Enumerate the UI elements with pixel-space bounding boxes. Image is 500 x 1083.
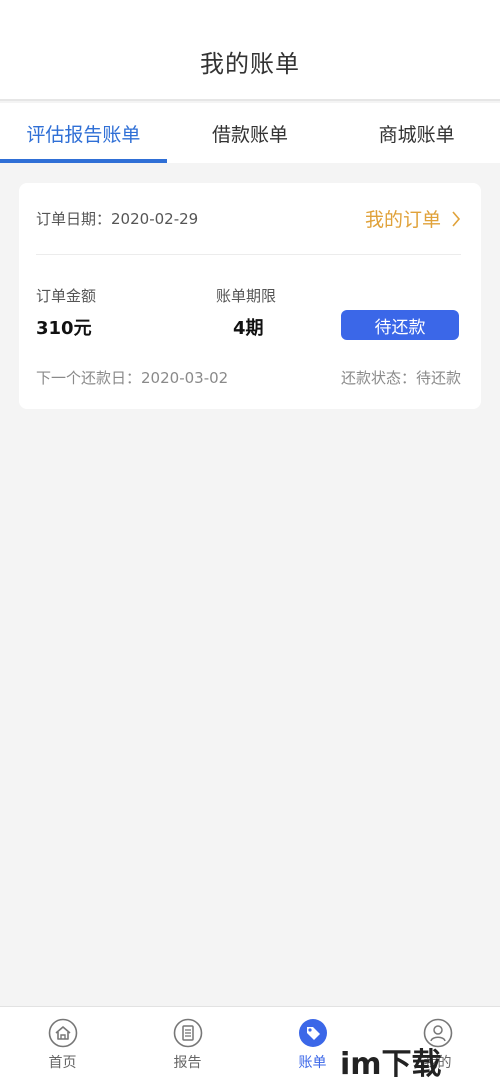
app-root: 我的账单 评估报告账单 借款账单 商城账单 订单日期：2020-02-29 我的… bbox=[0, 0, 500, 1083]
my-orders-label: 我的订单 bbox=[364, 209, 441, 231]
nav-home[interactable]: 首页 bbox=[0, 1007, 125, 1083]
tab-mall-bill[interactable]: 商城账单 bbox=[333, 103, 500, 163]
order-date-label: 订单日期： bbox=[36, 210, 112, 228]
bill-card-header: 订单日期：2020-02-29 我的订单 bbox=[36, 183, 461, 255]
status-label: 还款状态： bbox=[340, 369, 416, 387]
chevron-right-icon bbox=[452, 210, 461, 227]
my-orders-link[interactable]: 我的订单 bbox=[365, 205, 461, 232]
bottom-nav: 首页 报告 账单 我的 bbox=[0, 1006, 500, 1083]
nav-bill-label: 账单 bbox=[298, 1055, 327, 1071]
report-icon bbox=[173, 1018, 202, 1048]
pending-repayment-button[interactable]: 待还款 bbox=[341, 310, 459, 340]
repayment-status: 还款状态：待还款 bbox=[341, 367, 461, 388]
nav-report-label: 报告 bbox=[173, 1055, 202, 1071]
nav-mine-label: 我的 bbox=[423, 1055, 452, 1071]
bill-tabs: 评估报告账单 借款账单 商城账单 bbox=[0, 103, 500, 163]
nav-report[interactable]: 报告 bbox=[125, 1007, 250, 1083]
user-icon bbox=[423, 1018, 452, 1048]
bill-card: 订单日期：2020-02-29 我的订单 订单金额 310元 账单期限 4期 待… bbox=[19, 183, 481, 409]
next-due-value: 2020-03-02 bbox=[141, 369, 229, 387]
nav-bill[interactable]: 账单 bbox=[250, 1007, 375, 1083]
tab-loan-bill[interactable]: 借款账单 bbox=[167, 103, 334, 163]
term-label: 账单期限 bbox=[216, 287, 277, 305]
page-title: 我的账单 bbox=[200, 50, 300, 78]
tab-assessment-report-bill[interactable]: 评估报告账单 bbox=[0, 103, 167, 163]
nav-home-label: 首页 bbox=[48, 1055, 77, 1071]
term-value: 4期 bbox=[233, 318, 264, 339]
order-date: 订单日期：2020-02-29 bbox=[36, 208, 198, 229]
tag-icon bbox=[298, 1019, 327, 1047]
amount-label: 订单金额 bbox=[36, 287, 97, 305]
nav-mine[interactable]: 我的 bbox=[375, 1007, 500, 1083]
next-due-date: 下一个还款日：2020-03-02 bbox=[36, 367, 228, 388]
amount-value: 310元 bbox=[36, 318, 92, 339]
status-value: 待还款 bbox=[415, 369, 461, 387]
next-due-label: 下一个还款日： bbox=[36, 369, 142, 387]
home-icon bbox=[48, 1018, 77, 1048]
order-date-value: 2020-02-29 bbox=[111, 210, 199, 228]
top-header: 我的账单 bbox=[0, 0, 500, 101]
